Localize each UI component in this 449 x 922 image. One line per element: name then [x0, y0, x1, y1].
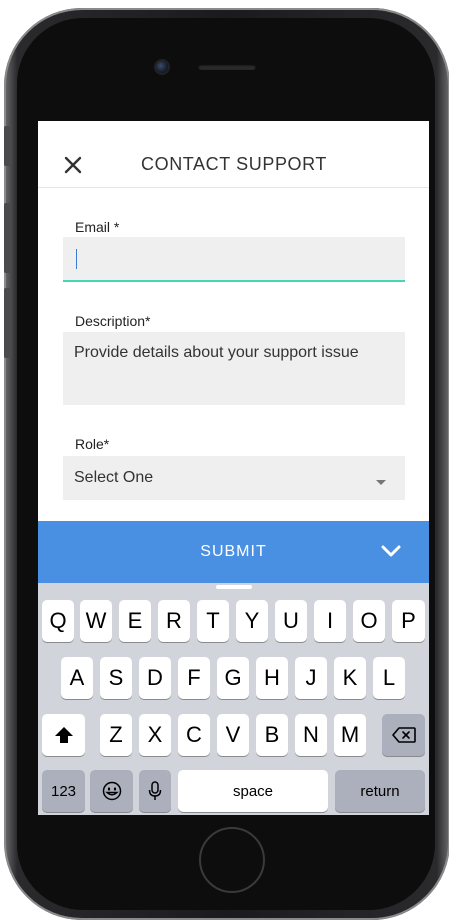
numbers-key[interactable]: 123	[42, 770, 85, 812]
key-s[interactable]: S	[100, 657, 132, 699]
page-title: CONTACT SUPPORT	[141, 154, 328, 174]
role-select[interactable]: Select One	[63, 456, 405, 500]
volume-down-button	[4, 288, 12, 358]
dropdown-arrow-icon	[376, 480, 386, 485]
submit-button[interactable]: SUBMIT	[38, 521, 429, 583]
return-key[interactable]: return	[335, 770, 425, 812]
volume-up-button	[4, 203, 12, 273]
header: CONTACT SUPPORT	[38, 121, 429, 188]
role-label: Role*	[75, 436, 110, 452]
key-m[interactable]: M	[334, 714, 366, 756]
email-field[interactable]	[63, 237, 405, 282]
description-label: Description*	[75, 313, 151, 329]
key-d[interactable]: D	[139, 657, 171, 699]
key-r[interactable]: R	[158, 600, 190, 642]
key-n[interactable]: N	[295, 714, 327, 756]
mute-switch	[4, 126, 12, 166]
shift-key[interactable]	[42, 714, 85, 756]
key-q[interactable]: Q	[42, 600, 74, 642]
dictation-key[interactable]	[139, 770, 171, 812]
description-field[interactable]: Provide details about your support issue	[63, 332, 405, 405]
role-selected-value: Select One	[74, 469, 154, 486]
email-label: Email *	[75, 219, 120, 235]
key-o[interactable]: O	[353, 600, 385, 642]
text-cursor	[76, 249, 77, 269]
close-icon[interactable]	[64, 156, 82, 174]
keyboard: Q W E R T Y U I O P A S D F G H J K L Z …	[38, 583, 429, 815]
key-i[interactable]: I	[314, 600, 346, 642]
app-screen: CONTACT SUPPORT Email * Description* Pro…	[38, 121, 429, 815]
description-placeholder: Provide details about your support issue	[74, 344, 359, 361]
key-z[interactable]: Z	[100, 714, 132, 756]
key-k[interactable]: K	[334, 657, 366, 699]
shift-arrow-icon	[54, 727, 73, 743]
key-p[interactable]: P	[392, 600, 425, 642]
space-key[interactable]: space	[178, 770, 328, 812]
microphone-icon	[148, 781, 162, 800]
key-b[interactable]: B	[256, 714, 288, 756]
key-f[interactable]: F	[178, 657, 210, 699]
key-h[interactable]: H	[256, 657, 288, 699]
key-u[interactable]: U	[275, 600, 307, 642]
key-e[interactable]: E	[119, 600, 151, 642]
key-g[interactable]: G	[217, 657, 249, 699]
front-camera	[156, 61, 168, 73]
key-l[interactable]: L	[373, 657, 405, 699]
emoji-icon	[102, 781, 121, 801]
key-a[interactable]: A	[61, 657, 93, 699]
backspace-icon	[391, 727, 416, 743]
key-c[interactable]: C	[178, 714, 210, 756]
key-w[interactable]: W	[80, 600, 112, 642]
home-button[interactable]	[199, 827, 265, 893]
key-x[interactable]: X	[139, 714, 171, 756]
keyboard-grabber	[216, 585, 252, 589]
key-v[interactable]: V	[217, 714, 249, 756]
emoji-key[interactable]	[90, 770, 133, 812]
earpiece-speaker	[198, 64, 256, 70]
key-t[interactable]: T	[197, 600, 229, 642]
submit-label: SUBMIT	[200, 543, 267, 560]
key-y[interactable]: Y	[236, 600, 268, 642]
chevron-down-icon[interactable]	[381, 544, 401, 558]
backspace-key[interactable]	[382, 714, 425, 756]
key-j[interactable]: J	[295, 657, 327, 699]
